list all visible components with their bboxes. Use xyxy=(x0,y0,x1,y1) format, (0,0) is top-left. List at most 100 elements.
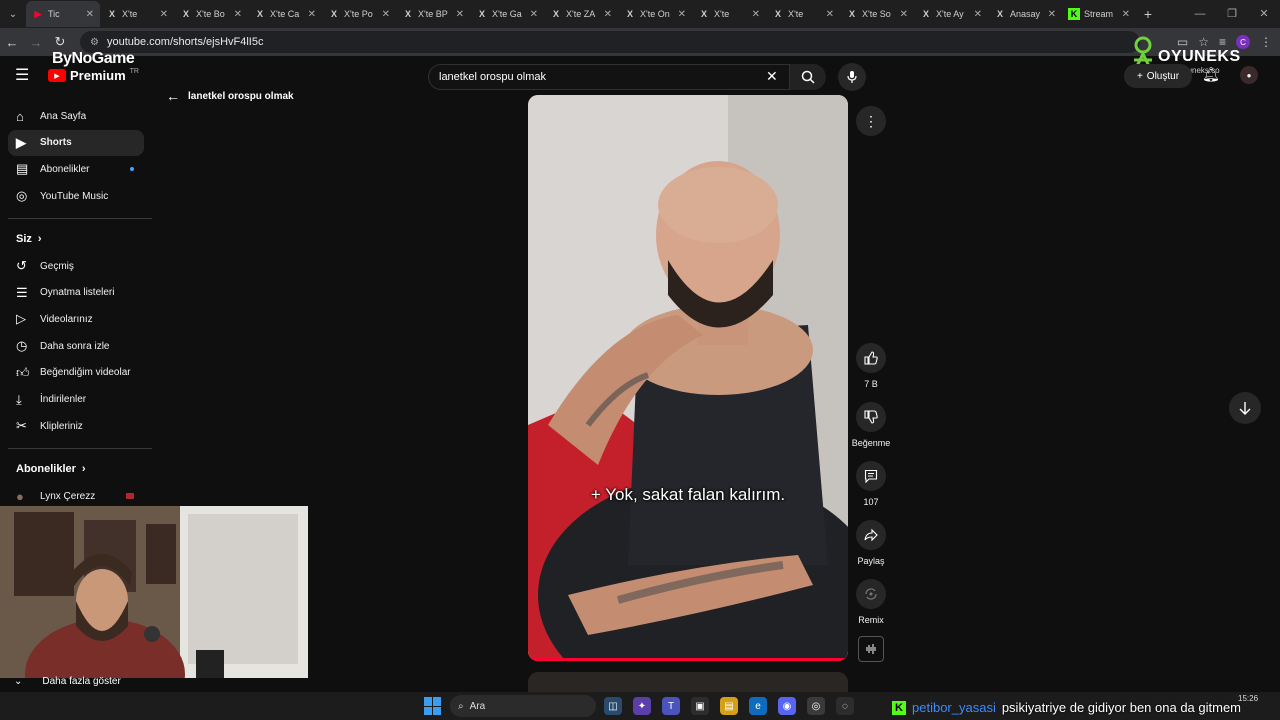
tab-title: X'te Bo xyxy=(196,9,225,19)
close-tab-icon[interactable]: ✕ xyxy=(234,9,242,20)
taskbar-search[interactable]: ⌕ Ara xyxy=(450,695,596,717)
close-tab-icon[interactable]: ✕ xyxy=(752,9,760,20)
x-icon: X xyxy=(848,9,855,19)
close-tab-icon[interactable]: ✕ xyxy=(530,9,538,20)
copilot-icon[interactable]: ✦ xyxy=(633,697,651,715)
sidebar-item[interactable]: ↺ Geçmiş xyxy=(8,253,144,279)
browser-tab[interactable]: K Stream ✕ xyxy=(1062,1,1136,27)
close-window-button[interactable]: ✕ xyxy=(1248,0,1280,28)
show-more-row[interactable]: ⌄ Daha fazla göster xyxy=(14,676,121,687)
like-action[interactable]: 7 B xyxy=(846,343,896,389)
browser-tab[interactable]: X X'te BP ✕ xyxy=(396,1,470,27)
forward-nav-button[interactable]: → xyxy=(24,35,48,50)
guide-menu-icon[interactable]: ☰ xyxy=(15,68,33,84)
comment-action[interactable]: 107 xyxy=(846,461,896,507)
sidebar-item[interactable]: ◷ Daha sonra izle xyxy=(8,333,144,359)
close-tab-icon[interactable]: ✕ xyxy=(86,9,94,20)
browser-menu-icon[interactable]: ⋮ xyxy=(1260,35,1272,49)
close-tab-icon[interactable]: ✕ xyxy=(308,9,316,20)
next-short-button[interactable] xyxy=(1229,392,1261,424)
sidebar-item[interactable]: ⌂ Ana Sayfa xyxy=(8,103,144,129)
create-button[interactable]: + Oluştur xyxy=(1124,64,1192,88)
address-bar[interactable]: ⚙ youtube.com/shorts/ejsHvF4lI5c xyxy=(80,31,1140,53)
search-button[interactable] xyxy=(790,64,826,90)
task-view-icon[interactable]: ◫ xyxy=(604,697,622,715)
search-input[interactable]: lanetkel orospu olmak xyxy=(428,64,790,90)
browser-tab[interactable]: X X'te ✕ xyxy=(692,1,766,27)
notifications-bell-icon[interactable]: 🔔︎ xyxy=(1202,66,1220,83)
sidebar-item[interactable]: 👍︎ Beğendiğim videolar xyxy=(8,360,144,386)
file-explorer-icon[interactable]: ▤ xyxy=(720,697,738,715)
edge-icon[interactable]: e xyxy=(749,697,767,715)
dislike-button[interactable] xyxy=(856,402,886,432)
close-tab-icon[interactable]: ✕ xyxy=(456,9,464,20)
browser-tab[interactable]: X X'te On ✕ xyxy=(618,1,692,27)
browser-tab[interactable]: X X'te Ga ✕ xyxy=(470,1,544,27)
close-tab-icon[interactable]: ✕ xyxy=(974,9,982,20)
close-tab-icon[interactable]: ✕ xyxy=(900,9,908,20)
clear-search-icon[interactable]: ✕ xyxy=(766,68,778,85)
dislike-action[interactable]: Beğenme xyxy=(846,402,896,448)
browser-tab[interactable]: X X'te Po ✕ xyxy=(322,1,396,27)
store-icon[interactable]: ▣ xyxy=(691,697,709,715)
account-avatar[interactable]: ● xyxy=(1240,66,1258,84)
maximize-button[interactable]: ❐ xyxy=(1216,0,1248,28)
like-button[interactable] xyxy=(856,343,886,373)
close-tab-icon[interactable]: ✕ xyxy=(1122,9,1130,20)
share-button[interactable] xyxy=(856,520,886,550)
next-short-preview[interactable] xyxy=(528,672,848,692)
app-icon[interactable]: ◌ xyxy=(836,697,854,715)
share-action[interactable]: Paylaş xyxy=(846,520,896,566)
browser-tab[interactable]: X X'te ✕ xyxy=(100,1,174,27)
short-video-player[interactable]: + Yok, sakat falan kalırım. xyxy=(528,95,848,661)
sidebar-item[interactable]: ◎ YouTube Music xyxy=(8,183,144,209)
close-tab-icon[interactable]: ✕ xyxy=(678,9,686,20)
comment-icon xyxy=(864,469,878,483)
close-tab-icon[interactable]: ✕ xyxy=(160,9,168,20)
browser-tab[interactable]: X X'te Ca ✕ xyxy=(248,1,322,27)
browser-tab[interactable]: ▶ Tic ✕ xyxy=(26,1,100,27)
chevron-right-icon: › xyxy=(37,233,42,245)
home-icon: ⌂ xyxy=(16,108,24,124)
back-nav-button[interactable]: ← xyxy=(0,35,24,50)
site-info-icon[interactable]: ⚙ xyxy=(90,37,99,48)
search-icon: ⌕ xyxy=(458,700,464,712)
sidebar-item[interactable]: ⤓ İndirilenler xyxy=(8,387,144,413)
sidebar-item[interactable]: ☰ Oynatma listeleri xyxy=(8,280,144,306)
close-tab-icon[interactable]: ✕ xyxy=(382,9,390,20)
browser-tab[interactable]: X X'te ZA ✕ xyxy=(544,1,618,27)
browser-tab[interactable]: X X'te ✕ xyxy=(766,1,840,27)
sidebar-item[interactable]: ▶ Shorts xyxy=(8,129,144,156)
chrome-icon[interactable]: ◎ xyxy=(807,697,825,715)
create-label: Oluştur xyxy=(1146,70,1180,82)
voice-search-button[interactable] xyxy=(838,63,866,91)
more-options-button[interactable]: ⋮ xyxy=(856,106,886,136)
sidebar-item[interactable]: ▷ Videolarınız xyxy=(8,306,144,332)
browser-tab[interactable]: X X'te So ✕ xyxy=(840,1,914,27)
browser-tab[interactable]: X Anasay ✕ xyxy=(988,1,1062,27)
sidebar-item[interactable]: ✂ Klipleriniz xyxy=(8,413,144,439)
remix-action[interactable]: Remix xyxy=(846,579,896,625)
sidebar-item[interactable]: ▤ Abonelikler xyxy=(8,156,144,182)
browser-tab[interactable]: X X'te Ay ✕ xyxy=(914,1,988,27)
teams-icon[interactable]: T xyxy=(662,697,680,715)
back-to-results[interactable]: ← lanetkel orospu olmak xyxy=(166,88,294,104)
chat-username: petibor_yasasi xyxy=(912,700,996,715)
audio-track-button[interactable] xyxy=(858,636,884,662)
sidebar-subs-heading[interactable]: Abonelikler › xyxy=(16,463,86,475)
video-progress-bar[interactable] xyxy=(528,658,848,661)
tab-search-button[interactable]: ⌄ xyxy=(0,1,26,27)
close-tab-icon[interactable]: ✕ xyxy=(826,9,834,20)
comments-button[interactable] xyxy=(856,461,886,491)
minimize-button[interactable]: — xyxy=(1184,0,1216,28)
browser-tab[interactable]: X X'te Bo ✕ xyxy=(174,1,248,27)
close-tab-icon[interactable]: ✕ xyxy=(604,9,612,20)
youtube-premium-logo[interactable]: ▶ Premium TR xyxy=(48,68,139,83)
discord-icon[interactable]: ◉ xyxy=(778,697,796,715)
sidebar-you-heading[interactable]: Siz › xyxy=(16,233,42,245)
new-tab-button[interactable]: + xyxy=(1136,6,1160,22)
reload-button[interactable]: ↻ xyxy=(48,34,72,50)
windows-start-icon[interactable] xyxy=(424,697,442,715)
remix-button[interactable] xyxy=(856,579,886,609)
close-tab-icon[interactable]: ✕ xyxy=(1048,9,1056,20)
